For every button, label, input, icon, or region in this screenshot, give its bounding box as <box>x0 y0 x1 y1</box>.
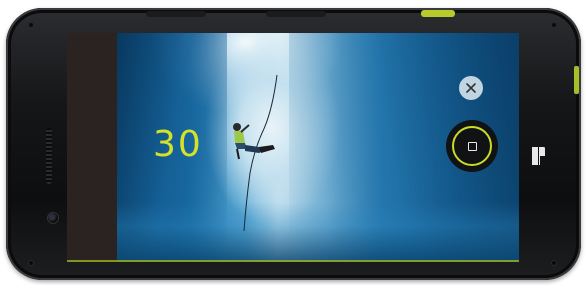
hardware-key-top[interactable] <box>421 10 455 17</box>
climber-figure <box>233 123 275 160</box>
corner-screw <box>551 260 557 266</box>
corner-screw <box>28 22 34 28</box>
top-edge-bump <box>146 11 206 17</box>
screen: 30 <box>67 33 519 262</box>
top-edge-bump <box>266 11 326 17</box>
corner-screw <box>551 22 557 28</box>
front-camera <box>48 213 58 223</box>
stop-recording-button[interactable] <box>446 120 498 172</box>
recording-countdown: 30 <box>153 124 203 165</box>
screen-left-gap <box>67 33 117 262</box>
camera-viewfinder[interactable]: 30 <box>117 33 519 262</box>
brand-logo-icon <box>532 147 545 165</box>
hardware-key-side[interactable] <box>574 66 579 94</box>
stop-record-icon <box>467 141 477 151</box>
screen-accent-line <box>67 260 519 262</box>
corner-screw <box>28 260 34 266</box>
ice-floor <box>117 202 519 262</box>
shutter-ring <box>452 126 492 166</box>
close-icon <box>466 83 476 93</box>
close-button[interactable] <box>459 76 483 100</box>
earpiece-speaker <box>46 128 52 184</box>
